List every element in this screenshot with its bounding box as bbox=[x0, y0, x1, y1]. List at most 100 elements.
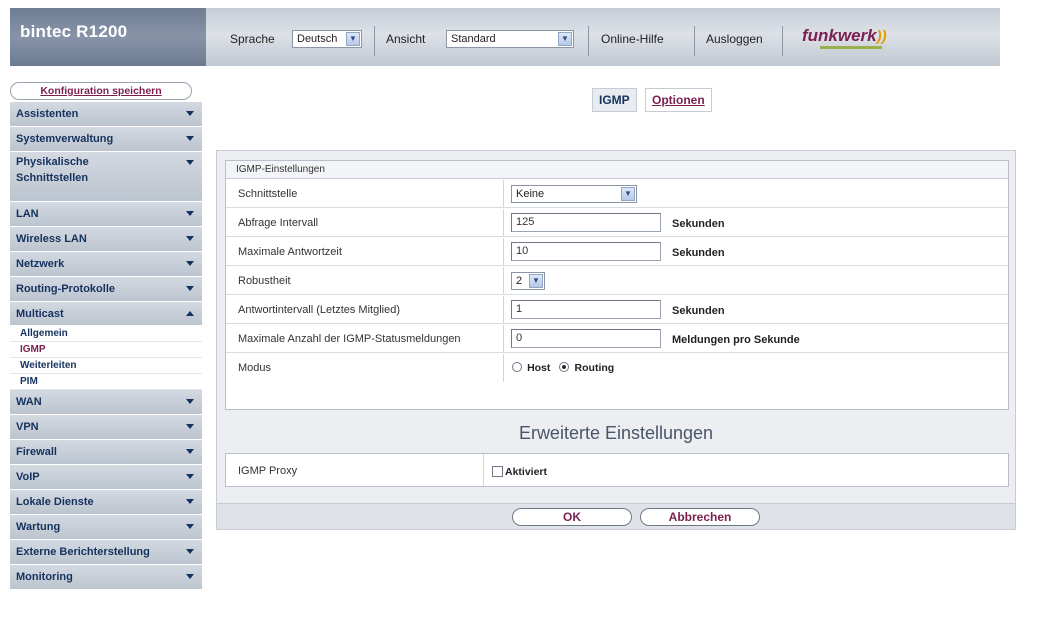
sidebar-subitem-igmp[interactable]: IGMP bbox=[10, 342, 202, 358]
row-max-antwortzeit: Maximale Antwortzeit 10 Sekunden bbox=[226, 238, 1008, 266]
field-label: Maximale Anzahl der IGMP-Statusmeldungen bbox=[238, 333, 461, 345]
field-label: Modus bbox=[238, 362, 272, 374]
chevron-down-icon bbox=[186, 160, 194, 165]
mode-host-radio[interactable] bbox=[512, 362, 522, 372]
column-divider bbox=[503, 325, 504, 352]
sidebar-subitem-allgemein[interactable]: Allgemein bbox=[10, 326, 202, 342]
chevron-down-icon bbox=[186, 474, 194, 479]
sidebar-item-label: Externe Berichterstellung bbox=[16, 546, 150, 558]
tab-igmp[interactable]: IGMP bbox=[592, 88, 637, 112]
top-header: bintec R1200 Sprache Deutsch ▼ Ansicht S… bbox=[10, 8, 1000, 66]
field-label: Antwortintervall (Letztes Mitglied) bbox=[238, 304, 401, 316]
view-select[interactable]: Standard ▼ bbox=[446, 30, 574, 48]
language-select[interactable]: Deutsch ▼ bbox=[292, 30, 362, 48]
advanced-settings-title[interactable]: Erweiterte Einstellungen bbox=[217, 423, 1015, 444]
field-label: Schnittstelle bbox=[238, 188, 298, 200]
column-divider bbox=[503, 180, 504, 207]
max-response-time-input[interactable]: 10 bbox=[511, 242, 661, 261]
chevron-down-icon bbox=[186, 236, 194, 241]
sidebar-item-wan[interactable]: WAN bbox=[10, 390, 202, 415]
sidebar-item-multicast[interactable]: Multicast bbox=[10, 302, 202, 326]
view-value: Standard bbox=[451, 33, 496, 45]
sidebar-item-systemverwaltung[interactable]: Systemverwaltung bbox=[10, 127, 202, 152]
chevron-down-icon bbox=[186, 424, 194, 429]
funkwerk-logo: funkwerk)) bbox=[802, 26, 887, 45]
field-label: IGMP Proxy bbox=[238, 465, 298, 477]
sidebar-item-voip[interactable]: VoIP bbox=[10, 465, 202, 490]
online-help-link[interactable]: Online-Hilfe bbox=[601, 32, 664, 46]
chevron-down-icon bbox=[186, 111, 194, 116]
sidebar-item-label: Systemverwaltung bbox=[16, 133, 114, 145]
sidebar-item-vpn[interactable]: VPN bbox=[10, 415, 202, 440]
sidebar-item-physikalische-schnittstellen[interactable]: Physikalische Schnittstellen bbox=[10, 152, 202, 202]
unit-label: Meldungen pro Sekunde bbox=[672, 334, 800, 346]
robustness-select[interactable]: 2 ▼ bbox=[511, 272, 545, 290]
sidebar-item-externe-berichterstellung[interactable]: Externe Berichterstellung bbox=[10, 540, 202, 565]
radio-label: Host bbox=[527, 362, 551, 374]
sidebar-subitem-weiterleiten[interactable]: Weiterleiten bbox=[10, 358, 202, 374]
sidebar-item-monitoring[interactable]: Monitoring bbox=[10, 565, 202, 590]
unit-label: Sekunden bbox=[672, 305, 725, 317]
query-interval-input[interactable]: 125 bbox=[511, 213, 661, 232]
sidebar-item-wartung[interactable]: Wartung bbox=[10, 515, 202, 540]
sidebar-item-label: Monitoring bbox=[16, 571, 73, 583]
column-divider bbox=[503, 238, 504, 265]
chevron-up-icon bbox=[186, 311, 194, 316]
column-divider bbox=[503, 267, 504, 294]
sidebar-item-lan[interactable]: LAN bbox=[10, 202, 202, 227]
sidebar-item-label: WAN bbox=[16, 396, 42, 408]
chevron-down-icon: ▼ bbox=[621, 187, 635, 201]
ok-button[interactable]: OK bbox=[512, 508, 632, 526]
chevron-down-icon bbox=[186, 286, 194, 291]
button-bar: OK Abbrechen bbox=[217, 503, 1015, 529]
unit-label: Sekunden bbox=[672, 247, 725, 259]
logout-link[interactable]: Ausloggen bbox=[706, 32, 763, 46]
cancel-button[interactable]: Abbrechen bbox=[640, 508, 760, 526]
sidebar-item-label: Lokale Dienste bbox=[16, 496, 94, 508]
interface-select[interactable]: Keine ▼ bbox=[511, 185, 637, 203]
interface-value: Keine bbox=[516, 188, 545, 200]
tab-optionen[interactable]: Optionen bbox=[645, 88, 712, 112]
last-member-interval-input[interactable]: 1 bbox=[511, 300, 661, 319]
view-label: Ansicht bbox=[386, 32, 426, 46]
column-divider bbox=[483, 454, 484, 486]
sidebar-item-assistenten[interactable]: Assistenten bbox=[10, 102, 202, 127]
sidebar-item-routing-protokolle[interactable]: Routing-Protokolle bbox=[10, 277, 202, 302]
chevron-down-icon bbox=[186, 499, 194, 504]
robustness-value: 2 bbox=[516, 275, 523, 287]
sidebar-item-label: VPN bbox=[16, 421, 39, 433]
chevron-down-icon bbox=[186, 524, 194, 529]
save-configuration-button[interactable]: Konfiguration speichern bbox=[10, 82, 192, 100]
mode-routing-radio[interactable] bbox=[559, 362, 570, 372]
header-divider bbox=[588, 26, 589, 56]
sidebar-item-lokale-dienste[interactable]: Lokale Dienste bbox=[10, 490, 202, 515]
max-status-reports-input[interactable]: 0 bbox=[511, 329, 661, 348]
sidebar-item-label: Netzwerk bbox=[16, 258, 65, 270]
column-divider bbox=[503, 354, 504, 382]
sidebar-subitem-pim[interactable]: PIM bbox=[10, 374, 202, 390]
column-divider bbox=[503, 296, 504, 323]
section-title: IGMP-Einstellungen bbox=[226, 161, 1008, 179]
chevron-down-icon bbox=[186, 449, 194, 454]
header-divider bbox=[694, 26, 695, 56]
sidebar-item-label: LAN bbox=[16, 208, 39, 220]
chevron-down-icon bbox=[186, 136, 194, 141]
sidebar-item-netzwerk[interactable]: Netzwerk bbox=[10, 252, 202, 277]
logo-underline bbox=[820, 46, 882, 49]
row-modus: Modus Host Routing bbox=[226, 354, 1008, 382]
language-label: Sprache bbox=[230, 32, 275, 46]
sidebar-item-label: Schnittstellen bbox=[16, 172, 89, 184]
sidebar-item-label: Multicast bbox=[16, 308, 64, 320]
header-divider bbox=[374, 26, 375, 56]
row-robustheit: Robustheit 2 ▼ bbox=[226, 267, 1008, 295]
sidebar-item-wireless-lan[interactable]: Wireless LAN bbox=[10, 227, 202, 252]
sidebar-nav: Konfiguration speichern Assistenten Syst… bbox=[10, 82, 202, 590]
mode-radio-group: Host Routing bbox=[512, 362, 620, 374]
chevron-down-icon bbox=[186, 211, 194, 216]
row-schnittstelle: Schnittstelle Keine ▼ bbox=[226, 180, 1008, 208]
proxy-enabled-checkbox[interactable] bbox=[492, 466, 503, 477]
checkbox-label: Aktiviert bbox=[505, 466, 548, 478]
sidebar-item-label: Assistenten bbox=[16, 108, 79, 120]
unit-label: Sekunden bbox=[672, 218, 725, 230]
sidebar-item-firewall[interactable]: Firewall bbox=[10, 440, 202, 465]
